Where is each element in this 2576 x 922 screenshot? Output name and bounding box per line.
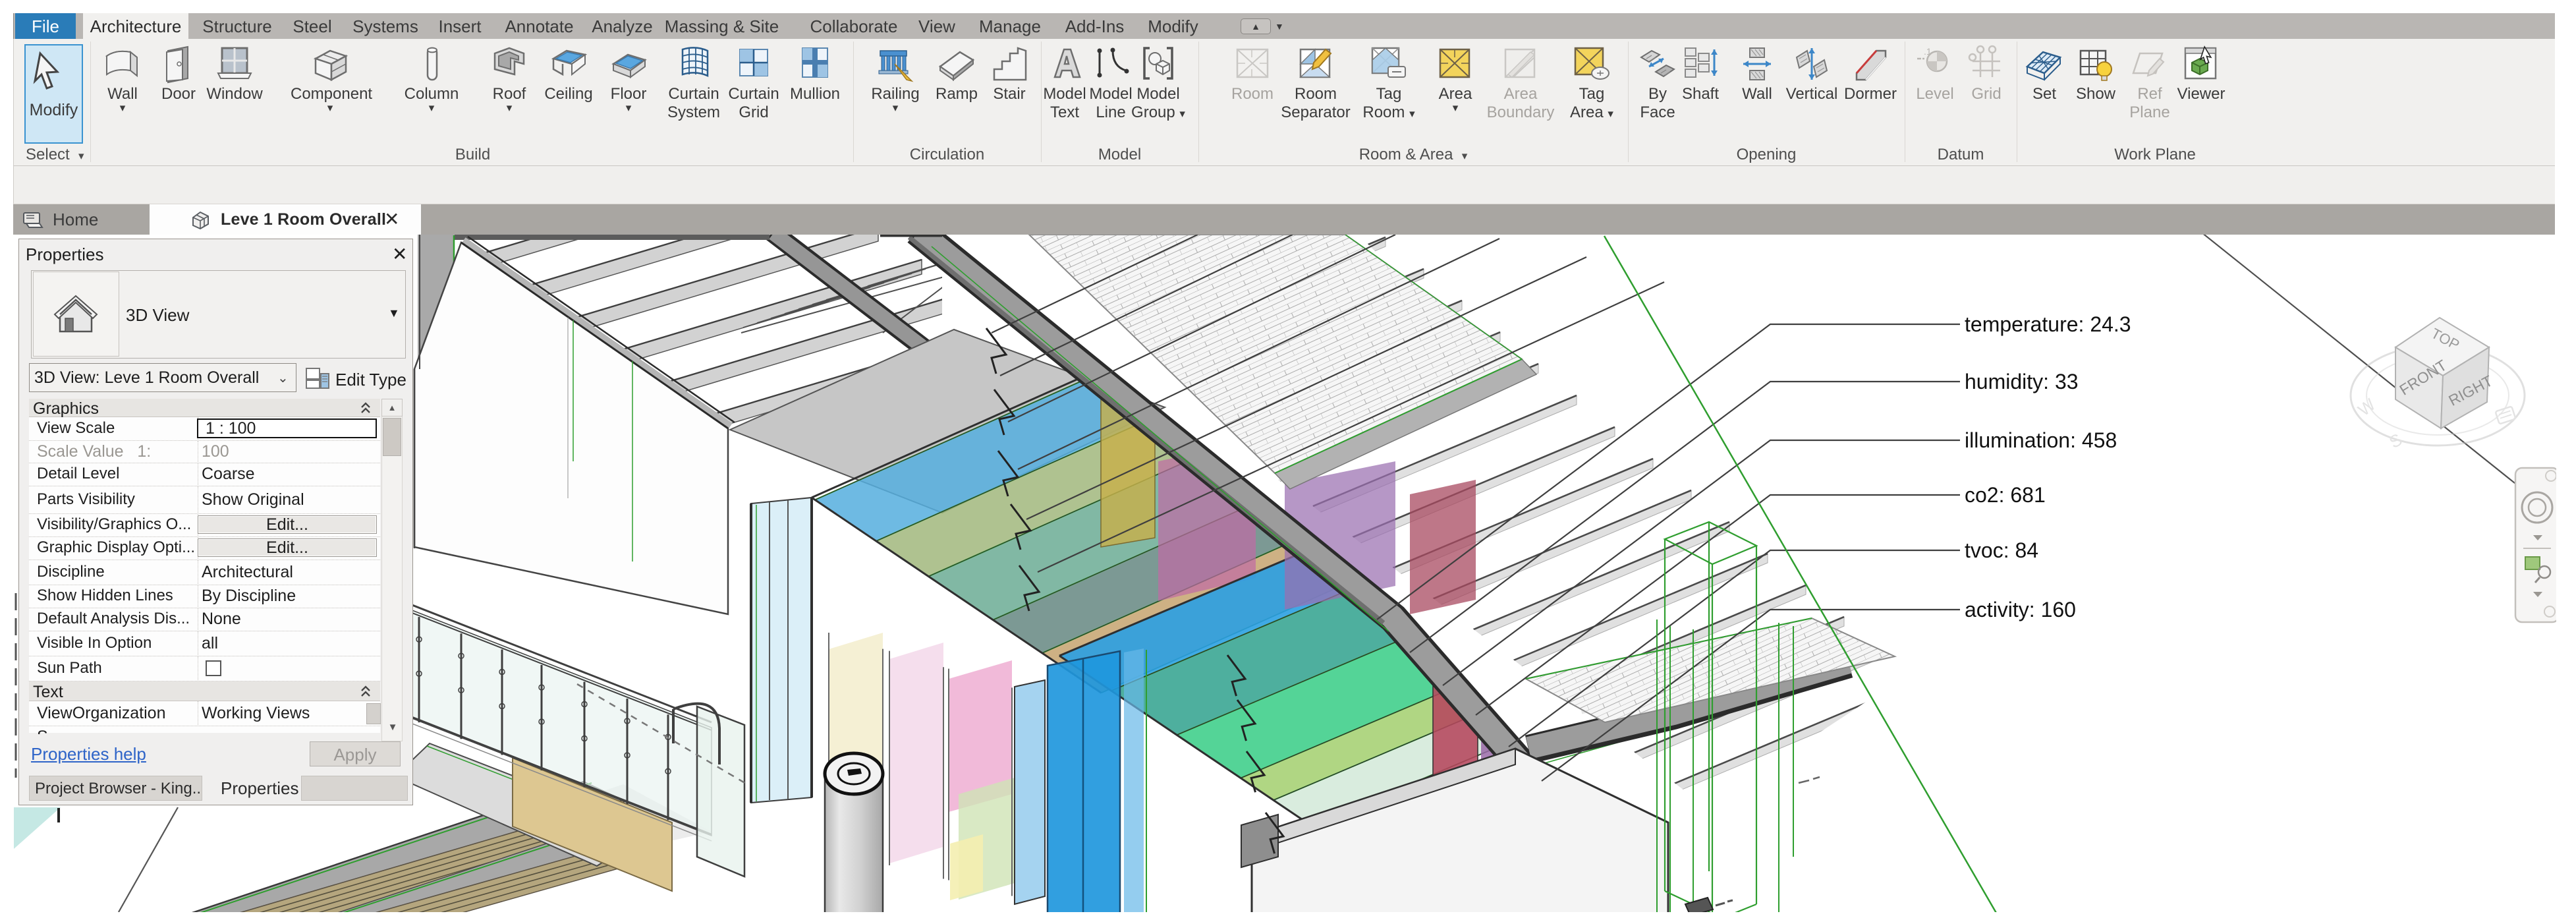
svg-text:humidity: 33: humidity: 33 — [1965, 370, 2079, 393]
svg-text:activity: 160: activity: 160 — [1965, 598, 2076, 621]
svg-text:temperature: 24.3: temperature: 24.3 — [1965, 312, 2131, 336]
svg-text:co2: 681: co2: 681 — [1965, 483, 2046, 507]
svg-text:illumination: 458: illumination: 458 — [1965, 428, 2117, 452]
svg-text:tvoc: 84: tvoc: 84 — [1965, 538, 2038, 562]
